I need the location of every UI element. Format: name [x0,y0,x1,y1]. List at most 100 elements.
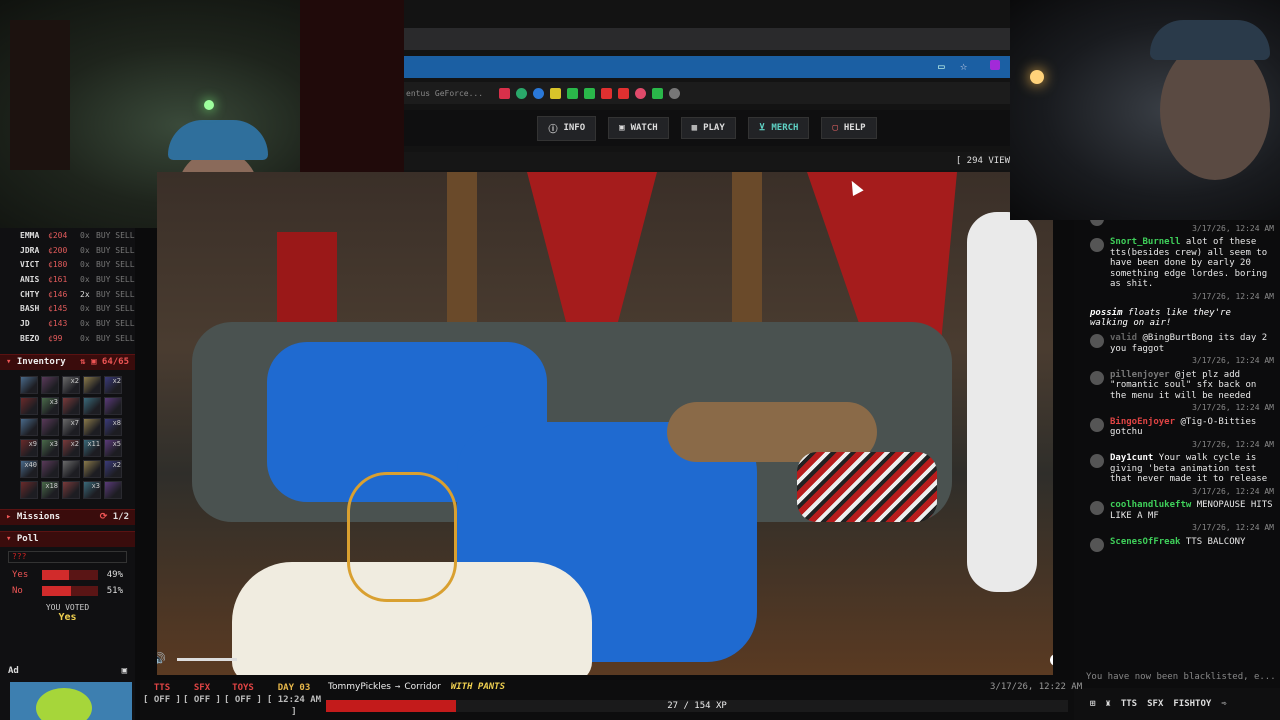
chat-username[interactable]: pillenjoyer [1110,370,1170,380]
fullscreen-dot[interactable] [1050,654,1053,666]
poll-fill [42,585,71,596]
toy-icon[interactable]: ♜ [1105,699,1110,709]
send-icon[interactable]: ➾ [1221,699,1226,709]
inventory-slot[interactable]: x11 [83,438,101,457]
inventory-slot[interactable]: x2 [62,438,80,457]
location-name: Corridor [404,682,441,692]
help-button[interactable]: ▢ HELP [821,117,877,139]
ad-image[interactable] [10,682,132,720]
slot-count: x3 [49,439,58,448]
inventory-slot[interactable] [83,375,101,394]
volume-icon[interactable]: 🔊 [157,652,166,666]
inventory-slot[interactable] [62,459,80,478]
avatar[interactable] [1090,238,1104,252]
inventory-slot[interactable]: x5 [104,438,122,457]
inventory-slot[interactable] [83,459,101,478]
emoji-icon[interactable]: ⊞ [1090,699,1095,709]
bookmark-icon[interactable] [652,87,664,99]
inventory-slot[interactable] [83,396,101,415]
inventory-slot[interactable]: x18 [41,480,59,499]
bookmark-icon[interactable] [584,87,596,99]
info-button[interactable]: ⓘ INFO [537,115,597,141]
avatar[interactable] [1090,220,1104,226]
inventory-header[interactable]: ▾ Inventory ⇅ ▣ 64/65 [0,353,135,370]
bookmark-icon[interactable] [635,87,647,99]
poll-option-yes[interactable]: Yes 49% [0,567,135,583]
inventory-slot[interactable]: x8 [104,417,122,436]
watch-button[interactable]: ▣ WATCH [608,117,669,139]
merch-button[interactable]: ⊻ MERCH [747,117,810,139]
inventory-slot[interactable] [83,417,101,436]
chat-username[interactable]: Gershan [1110,220,1148,221]
inventory-slot[interactable] [20,417,38,436]
inventory-slot[interactable] [20,375,38,394]
close-icon[interactable]: ▣ [122,666,127,676]
chat-username[interactable]: Day1cunt [1110,453,1153,463]
chat-message: BingoEnjoyer @Tig-O-Bitties gotchu 3/17/2… [1074,414,1280,451]
cast-icon[interactable]: ▭ [938,60,945,73]
tts-button[interactable]: TTS [1121,699,1137,709]
chat-username[interactable]: BingoEnjoyer [1110,417,1175,427]
poll-option-no[interactable]: No 51% [0,583,135,599]
chat-username[interactable]: Snort_Burnell [1110,237,1180,247]
lock-icon[interactable]: ▣ [91,357,96,367]
refresh-icon[interactable]: ⟳ [100,512,108,522]
inventory-slot[interactable] [20,480,38,499]
toys-toggle[interactable]: TOYS[ OFF ] [223,682,263,706]
bookmark-icon[interactable] [618,87,630,99]
stream-video[interactable]: fishtan 🔊 [157,172,1053,675]
missions-header[interactable]: ▸ Missions ⟳ 1/2 [0,508,135,525]
inventory-slot[interactable]: x3 [41,438,59,457]
tts-toggle[interactable]: TTS[ OFF ] [142,682,182,706]
inventory-slot[interactable]: x3 [41,396,59,415]
inventory-slot[interactable] [104,396,122,415]
play-button[interactable]: ▦ PLAY [680,117,736,139]
inventory-slot[interactable] [41,459,59,478]
stock-row: JD ¢143 0x BUY SELL [20,318,135,328]
star-icon[interactable]: ☆ [960,59,967,73]
bookmark-icon[interactable] [533,87,545,99]
inventory-slot[interactable]: x40 [20,459,38,478]
bookmark-icon[interactable] [516,87,528,99]
bookmark-icon[interactable] [601,87,613,99]
inventory-slot[interactable]: x3 [83,480,101,499]
inventory-slot[interactable]: x2 [104,375,122,394]
inventory-slot[interactable] [41,375,59,394]
chat-input[interactable]: You have now been blacklisted, e... [1074,668,1280,686]
bookmark-icon[interactable] [499,87,511,99]
avatar[interactable] [1090,537,1104,552]
sfx-toggle[interactable]: SFX[ OFF ] [182,682,222,706]
grid-icon: ▦ [691,123,698,133]
chat-username[interactable]: coolhandlukeftw [1110,500,1191,510]
chat-timestamp: 3/17/26, 12:24 AM [1192,403,1274,412]
poll-header[interactable]: ▾ Poll [0,530,135,547]
inventory-slot[interactable]: x9 [20,438,38,457]
inventory-slot[interactable] [62,396,80,415]
sfx-button[interactable]: SFX [1147,699,1163,709]
chat-text: TTS BALCONY [1185,536,1246,547]
inventory-slot[interactable] [104,480,122,499]
sort-icon[interactable]: ⇅ [80,357,85,367]
poll-question: ??? [8,550,127,563]
bookmark-icon[interactable] [567,87,579,99]
inventory-slot[interactable]: x7 [62,417,80,436]
chat-username[interactable]: valid [1110,333,1137,343]
avatar[interactable] [1090,370,1104,385]
fishtoy-button[interactable]: FISHTOY [1173,699,1211,709]
bookmark-icon[interactable] [550,87,562,99]
url-bar[interactable]: ▭ ☆ [404,56,1010,78]
avatar[interactable] [1090,501,1104,515]
bookmark-text[interactable]: entus GeForce... [406,89,483,98]
inventory-slot[interactable] [41,417,59,436]
avatar[interactable] [1090,454,1104,468]
chat-username[interactable]: ScenesOfFreak [1110,537,1180,547]
inventory-slot[interactable] [20,396,38,415]
inventory-slot[interactable]: x2 [62,375,80,394]
inventory-slot[interactable]: x2 [104,459,122,478]
extension-icon[interactable] [990,60,1000,70]
avatar[interactable] [1090,334,1104,348]
inventory-slot[interactable] [62,480,80,499]
avatar[interactable] [1090,417,1104,432]
volume-slider[interactable] [177,658,237,661]
github-icon[interactable] [669,87,681,99]
